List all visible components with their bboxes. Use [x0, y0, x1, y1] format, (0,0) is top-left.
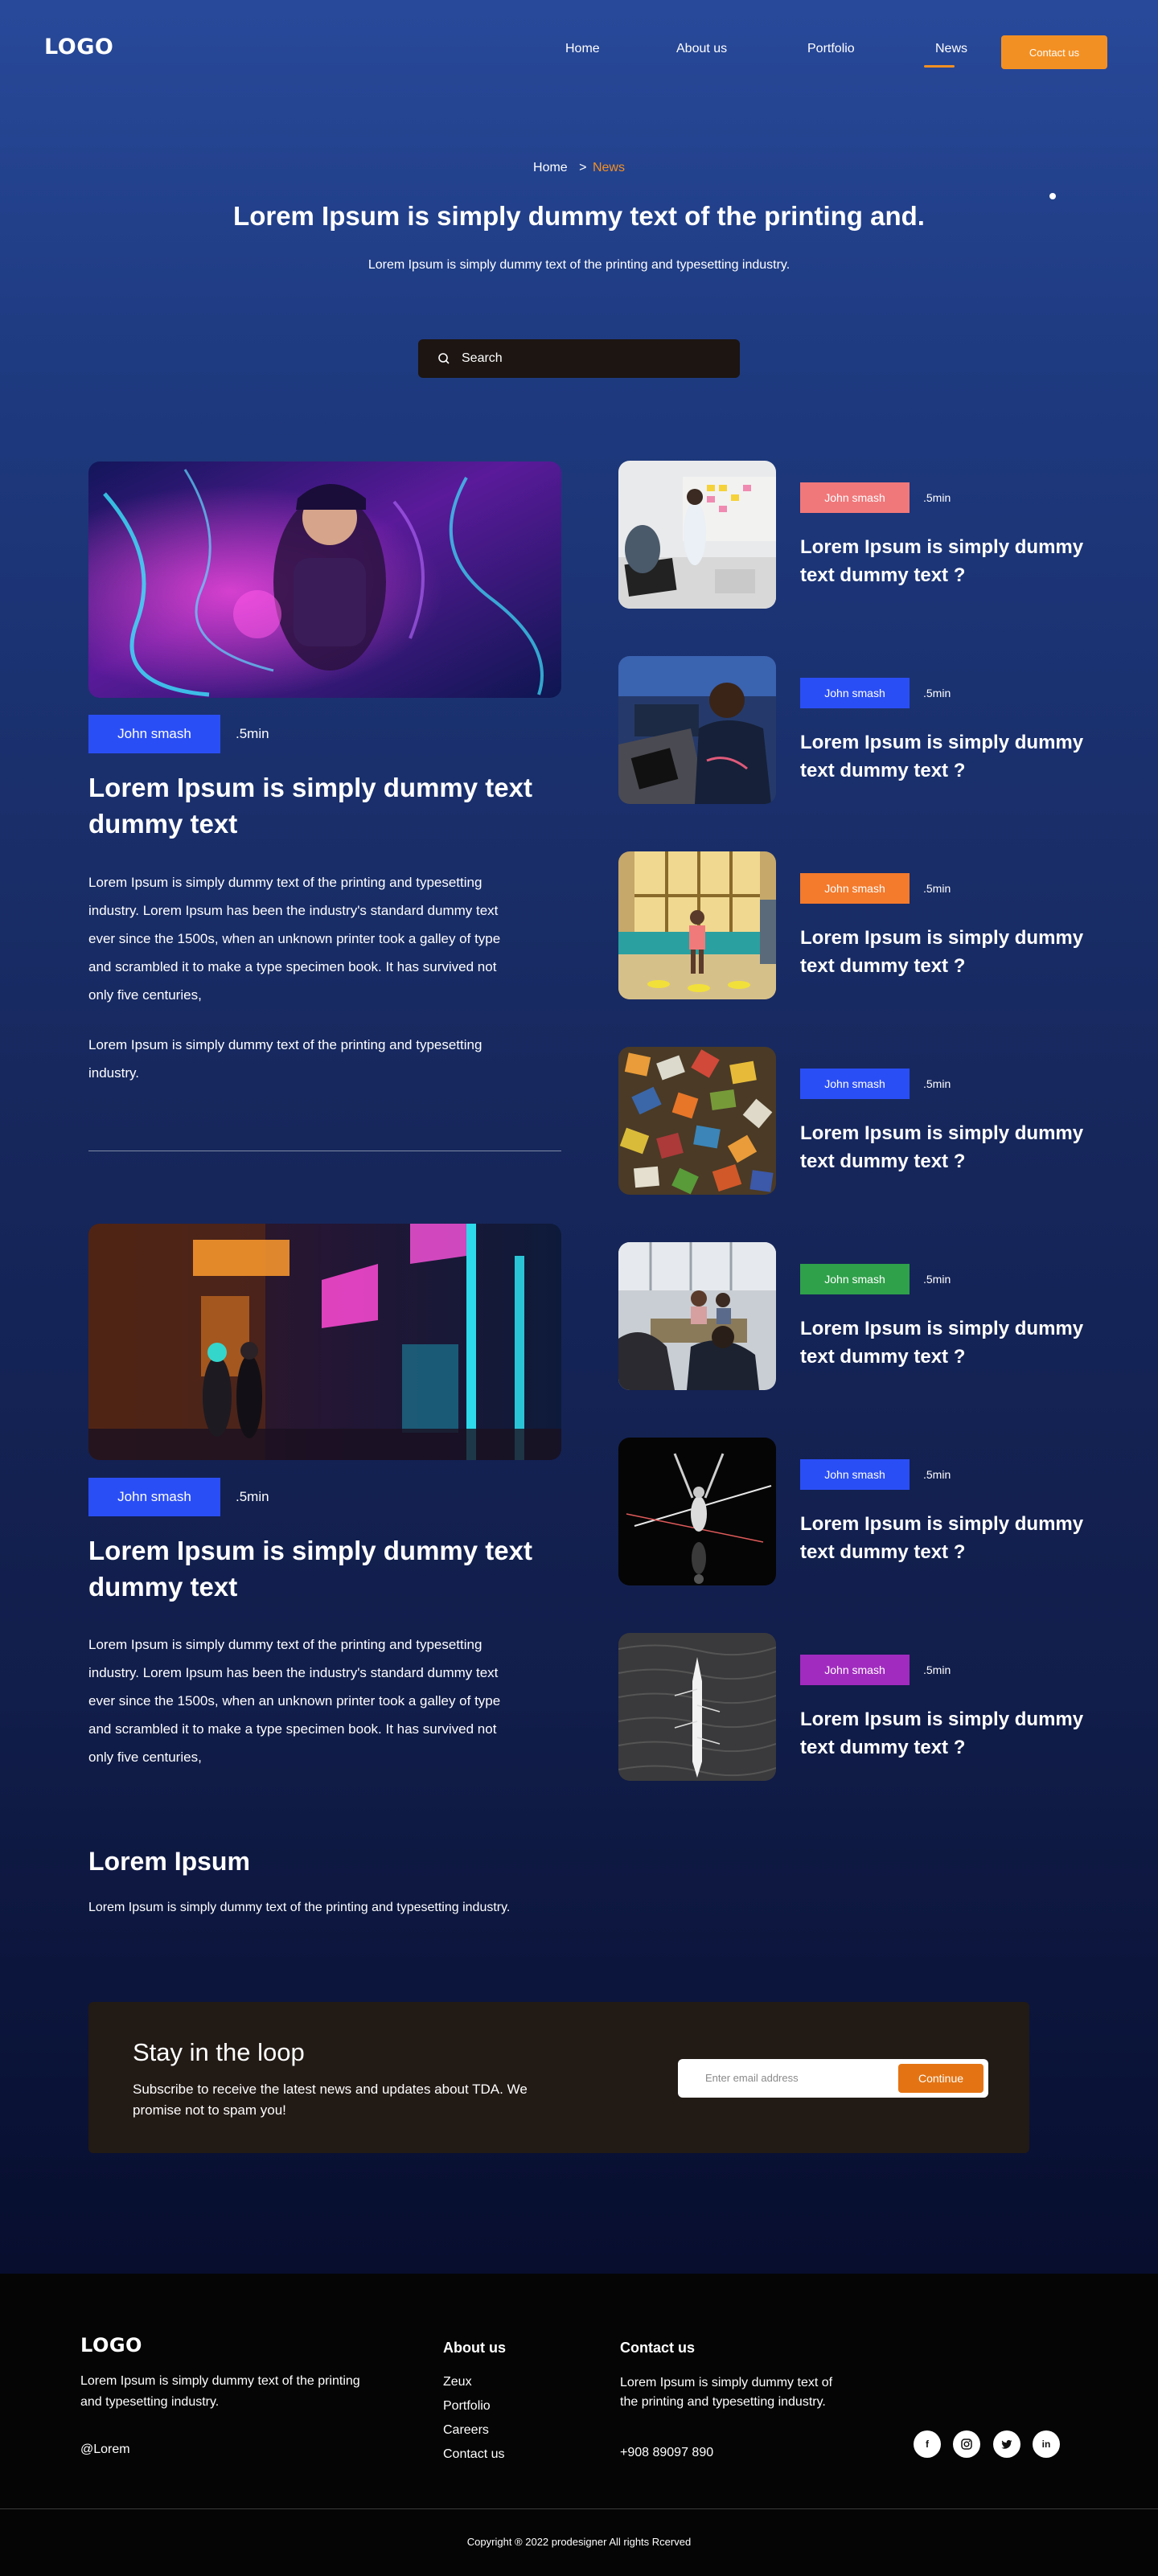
footer-logo[interactable]: LOGO: [80, 2334, 142, 2357]
newsletter-title: Stay in the loop: [133, 2038, 305, 2066]
copyright: Copyright ® 2022 prodesigner All rights …: [466, 2536, 692, 2548]
author-tag[interactable]: John smash: [800, 1459, 910, 1490]
featured-title[interactable]: Lorem Ipsum is simply dummy text dummy t…: [88, 1532, 539, 1605]
featured-image-2[interactable]: [88, 1224, 561, 1460]
newsletter-text: Subscribe to receive the latest news and…: [133, 2082, 528, 2118]
nav-about-us[interactable]: About us: [676, 42, 727, 56]
footer-contact-heading: Contact us: [620, 2340, 696, 2356]
author-tag[interactable]: John smash: [88, 715, 220, 753]
footer-about-heading: About us: [443, 2340, 506, 2356]
article-thumbnail[interactable]: [618, 461, 776, 609]
search-icon: [438, 353, 450, 364]
search-bar[interactable]: Search: [418, 339, 740, 378]
read-time: .5min: [923, 687, 951, 699]
footer: [0, 2274, 1158, 2576]
logo[interactable]: LOGO: [44, 35, 113, 59]
article-title[interactable]: Lorem Ipsum is simply dummy text dummy t…: [800, 1315, 1098, 1371]
read-time: .5min: [923, 1077, 951, 1090]
article-thumbnail[interactable]: [618, 1438, 776, 1585]
instagram-icon[interactable]: [953, 2430, 980, 2458]
article-title[interactable]: Lorem Ipsum is simply dummy text dummy t…: [800, 1510, 1098, 1566]
featured-paragraph: Lorem Ipsum is simply dummy text of the …: [88, 875, 501, 1003]
nav-home[interactable]: Home: [565, 42, 600, 56]
email-input[interactable]: Enter email address: [705, 2072, 799, 2084]
author-tag[interactable]: John smash: [800, 1264, 910, 1294]
breadcrumb-current: News: [592, 161, 625, 174]
breadcrumb-separator: >: [579, 161, 587, 174]
read-time: .5min: [923, 882, 951, 895]
read-time: .5min: [923, 491, 951, 504]
article-title[interactable]: Lorem Ipsum is simply dummy text dummy t…: [800, 728, 1098, 785]
featured-paragraph: Lorem Ipsum is simply dummy text of the …: [88, 1637, 501, 1765]
article-title[interactable]: Lorem Ipsum is simply dummy text dummy t…: [800, 1705, 1098, 1762]
footer-link-portfolio[interactable]: Portfolio: [443, 2399, 491, 2414]
footer-divider: [0, 2508, 1158, 2509]
decorative-dot: [1049, 193, 1056, 199]
footer-phone[interactable]: +908 89097 890: [620, 2446, 713, 2460]
article-thumbnail[interactable]: [618, 851, 776, 999]
footer-link-careers[interactable]: Careers: [443, 2423, 489, 2438]
twitter-icon[interactable]: [993, 2430, 1020, 2458]
read-time: .5min: [236, 726, 269, 741]
footer-link-contact-us[interactable]: Contact us: [443, 2447, 504, 2462]
article-thumbnail[interactable]: [618, 1633, 776, 1781]
page-title: Lorem Ipsum is simply dummy text of the …: [233, 201, 925, 231]
read-time: .5min: [923, 1468, 951, 1481]
author-tag[interactable]: John smash: [800, 873, 910, 904]
linkedin-icon[interactable]: in: [1033, 2430, 1060, 2458]
footer-handle[interactable]: @Lorem: [80, 2443, 130, 2457]
author-tag[interactable]: John smash: [800, 1655, 910, 1685]
nav-news[interactable]: News: [935, 42, 967, 56]
breadcrumb: Home > News: [0, 161, 1158, 175]
read-time: .5min: [236, 1489, 269, 1504]
article-title[interactable]: Lorem Ipsum is simply dummy text dummy t…: [800, 924, 1098, 980]
author-tag[interactable]: John smash: [800, 482, 910, 513]
featured-title[interactable]: Lorem Ipsum is simply dummy text dummy t…: [88, 769, 539, 842]
read-time: .5min: [923, 1663, 951, 1676]
nav-active-indicator: [924, 65, 955, 68]
read-time: .5min: [923, 1273, 951, 1286]
article-title[interactable]: Lorem Ipsum is simply dummy text dummy t…: [800, 533, 1098, 589]
nav-portfolio[interactable]: Portfolio: [807, 42, 855, 56]
facebook-icon[interactable]: f: [914, 2430, 941, 2458]
info-text: Lorem Ipsum is simply dummy text of the …: [88, 1901, 511, 1914]
article-thumbnail[interactable]: [618, 1242, 776, 1390]
page-subtitle: Lorem Ipsum is simply dummy text of the …: [368, 258, 790, 272]
article-thumbnail[interactable]: [618, 656, 776, 804]
article-thumbnail[interactable]: [618, 1047, 776, 1195]
footer-link-zeux[interactable]: Zeux: [443, 2375, 472, 2389]
footer-contact-text: Lorem Ipsum is simply dummy text of the …: [620, 2376, 833, 2409]
featured-paragraph: Lorem Ipsum is simply dummy text of the …: [88, 1037, 482, 1081]
article-title[interactable]: Lorem Ipsum is simply dummy text dummy t…: [800, 1119, 1098, 1175]
author-tag[interactable]: John smash: [800, 678, 910, 708]
search-input[interactable]: Search: [462, 351, 503, 366]
featured-image-1[interactable]: [88, 461, 561, 698]
footer-description: Lorem Ipsum is simply dummy text of the …: [80, 2374, 360, 2409]
contact-us-button[interactable]: Contact us: [1001, 35, 1107, 69]
author-tag[interactable]: John smash: [88, 1478, 220, 1516]
author-tag[interactable]: John smash: [800, 1069, 910, 1099]
continue-button[interactable]: Continue: [898, 2064, 983, 2093]
info-heading: Lorem Ipsum: [88, 1847, 250, 1876]
breadcrumb-home[interactable]: Home: [533, 161, 568, 174]
